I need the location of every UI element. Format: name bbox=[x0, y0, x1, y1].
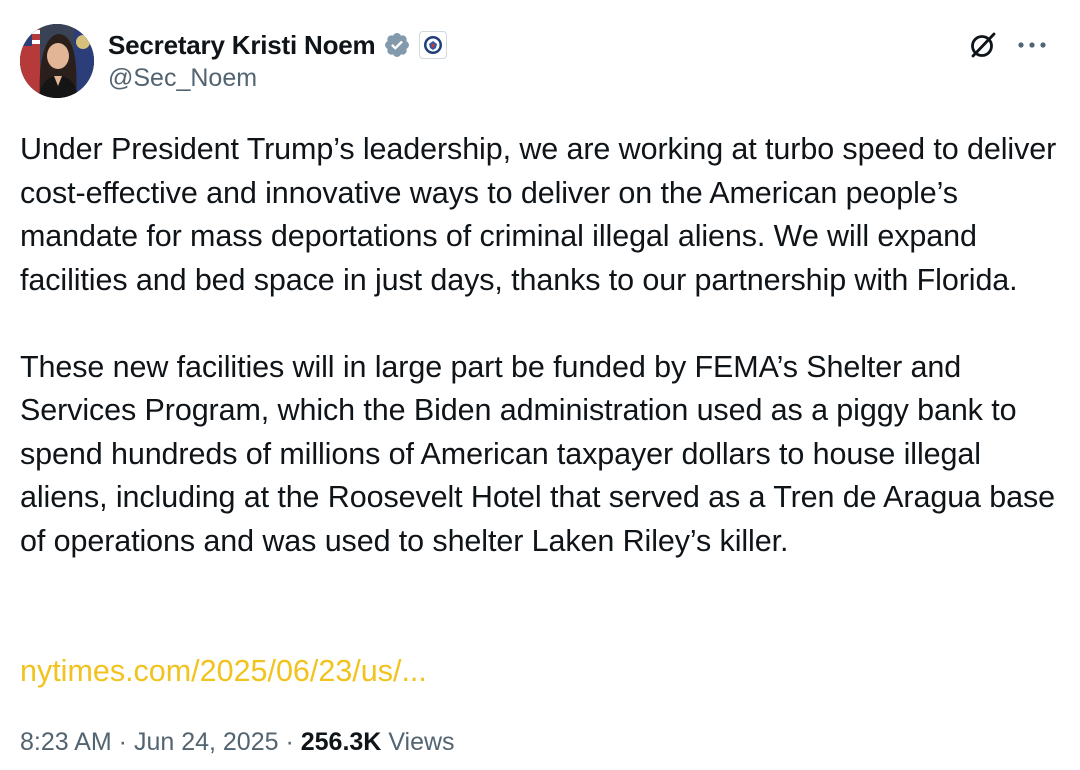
views-label: Views bbox=[381, 728, 455, 756]
more-options-icon[interactable] bbox=[1012, 28, 1052, 62]
article-link[interactable]: nytimes.com/2025/06/23/us/... bbox=[20, 650, 427, 693]
author-name-row: Secretary Kristi Noem bbox=[108, 28, 448, 62]
tweet-paragraph: Under President Trump’s leadership, we a… bbox=[20, 132, 1057, 297]
tweet: Secretary Kristi Noem @Sec_Noem Under Pr… bbox=[0, 0, 1080, 770]
dhs-seal-icon[interactable] bbox=[419, 31, 448, 59]
tweet-meta: 8:23 AM · Jun 24, 2025 · 256.3K Views bbox=[20, 724, 455, 760]
author-display-name[interactable]: Secretary Kristi Noem bbox=[108, 30, 376, 61]
grok-icon[interactable] bbox=[966, 28, 1000, 62]
views-count: 256.3K bbox=[300, 728, 382, 756]
tweet-time[interactable]: 8:23 AM bbox=[20, 728, 112, 756]
meta-separator: · bbox=[278, 728, 301, 756]
avatar[interactable] bbox=[20, 24, 94, 98]
meta-separator: · bbox=[111, 728, 134, 756]
author-handle[interactable]: @Sec_Noem bbox=[108, 64, 257, 93]
avatar-image bbox=[20, 24, 94, 98]
tweet-paragraph: These new facilities will in large part … bbox=[20, 349, 1056, 558]
tweet-text: Under President Trump’s leadership, we a… bbox=[20, 128, 1068, 563]
verified-badge-icon[interactable] bbox=[383, 31, 411, 59]
tweet-date[interactable]: Jun 24, 2025 bbox=[134, 728, 279, 756]
